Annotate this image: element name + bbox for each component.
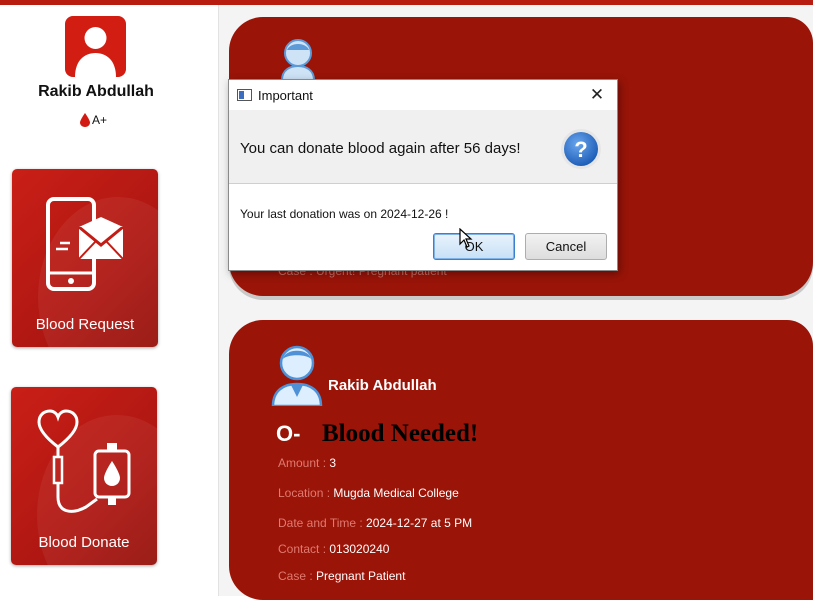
amount-value: 3: [329, 456, 337, 470]
ok-button[interactable]: OK: [433, 233, 515, 260]
profile-avatar[interactable]: [65, 16, 126, 77]
contact-field: Contact : 013020240: [278, 542, 389, 556]
dialog-titlebar[interactable]: Important ✕: [229, 80, 617, 110]
datetime-value: 2024-12-27 at 5 PM: [366, 516, 473, 530]
amount-field: Amount : 3: [278, 456, 336, 470]
user-avatar-icon: [271, 345, 323, 406]
location-value: Mugda Medical College: [333, 486, 459, 500]
blood-request-label: Blood Request: [35, 316, 135, 333]
case-value: Pregnant Patient: [316, 569, 406, 583]
blood-drop-icon: [80, 113, 90, 127]
profile-blood-group: A+: [80, 113, 107, 127]
blood-needed-heading: Blood Needed!: [322, 420, 479, 447]
location-field: Location : Mugda Medical College: [278, 486, 459, 500]
user-silhouette-icon: [75, 27, 116, 77]
blood-donate-label: Blood Donate: [38, 534, 130, 551]
dialog-message: You can donate blood again after 56 days…: [240, 140, 521, 157]
contact-label: Contact :: [278, 542, 330, 556]
svg-text:?: ?: [574, 137, 587, 162]
blood-request-tile[interactable]: Blood Request: [12, 169, 158, 347]
question-icon: ?: [561, 129, 601, 169]
case-label: Case :: [278, 569, 317, 583]
mouse-cursor-icon: [459, 228, 473, 248]
profile-name: Rakib Abdullah: [38, 83, 154, 100]
datetime-field: Date and Time : 2024-12-27 at 5 PM: [278, 516, 472, 530]
dialog-title: Important: [258, 88, 313, 103]
cancel-button[interactable]: Cancel: [525, 233, 607, 260]
window-icon: [237, 89, 252, 101]
poster-name: Rakib Abdullah: [328, 377, 437, 394]
case-field: Case : Pregnant Patient: [278, 569, 405, 583]
blood-donate-tile[interactable]: Blood Donate: [11, 387, 157, 565]
blood-type: O-: [276, 421, 301, 446]
important-dialog[interactable]: Important ✕ You can donate blood again a…: [228, 79, 618, 271]
close-icon[interactable]: ✕: [583, 83, 611, 107]
datetime-label: Date and Time :: [278, 516, 367, 530]
contact-value: 013020240: [329, 542, 390, 556]
dialog-detail: Your last donation was on 2024-12-26 !: [240, 207, 449, 221]
location-label: Location :: [278, 486, 334, 500]
amount-label: Amount :: [278, 456, 330, 470]
user-avatar-icon: [280, 39, 316, 80]
blood-group-label: A+: [92, 113, 108, 127]
